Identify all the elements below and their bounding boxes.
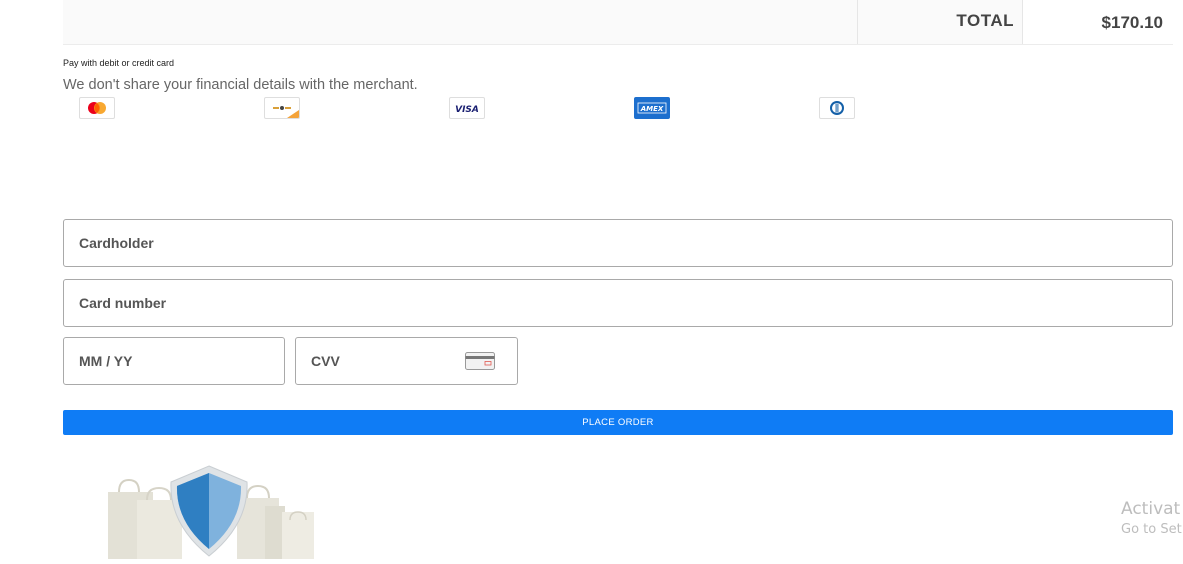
windows-activation-watermark: Activat Go to Set — [1121, 499, 1182, 537]
activation-title: Activat — [1121, 499, 1181, 519]
maestro-icon — [264, 97, 300, 119]
place-order-button[interactable]: PLACE ORDER — [63, 410, 1173, 435]
cardholder-field[interactable] — [63, 219, 1173, 267]
visa-icon: VISA — [449, 97, 485, 119]
order-total-row: TOTAL $170.10 — [63, 0, 1173, 45]
cvv-field[interactable] — [295, 337, 518, 385]
svg-text:AMEX: AMEX — [640, 105, 664, 113]
card-number-field[interactable] — [63, 279, 1173, 327]
mastercard-icon — [79, 97, 115, 119]
amex-icon: AMEX — [634, 97, 670, 119]
expiry-input[interactable] — [64, 338, 284, 384]
payment-title: Pay with debit or credit card — [63, 58, 175, 68]
card-back-icon — [465, 352, 495, 375]
total-label: TOTAL — [956, 11, 1014, 30]
shield-icon — [107, 462, 317, 564]
total-label-cell: TOTAL — [858, 0, 1023, 44]
total-value: $170.10 — [1101, 13, 1163, 32]
total-row-spacer — [63, 0, 858, 44]
svg-text:VISA: VISA — [455, 105, 479, 115]
card-number-input[interactable] — [64, 280, 1172, 326]
cardholder-input[interactable] — [64, 220, 1172, 266]
diners-club-icon — [819, 97, 855, 119]
expiry-field[interactable] — [63, 337, 285, 385]
activation-subtitle: Go to Set — [1121, 522, 1182, 537]
payment-subtitle: We don't share your financial details wi… — [63, 77, 418, 93]
